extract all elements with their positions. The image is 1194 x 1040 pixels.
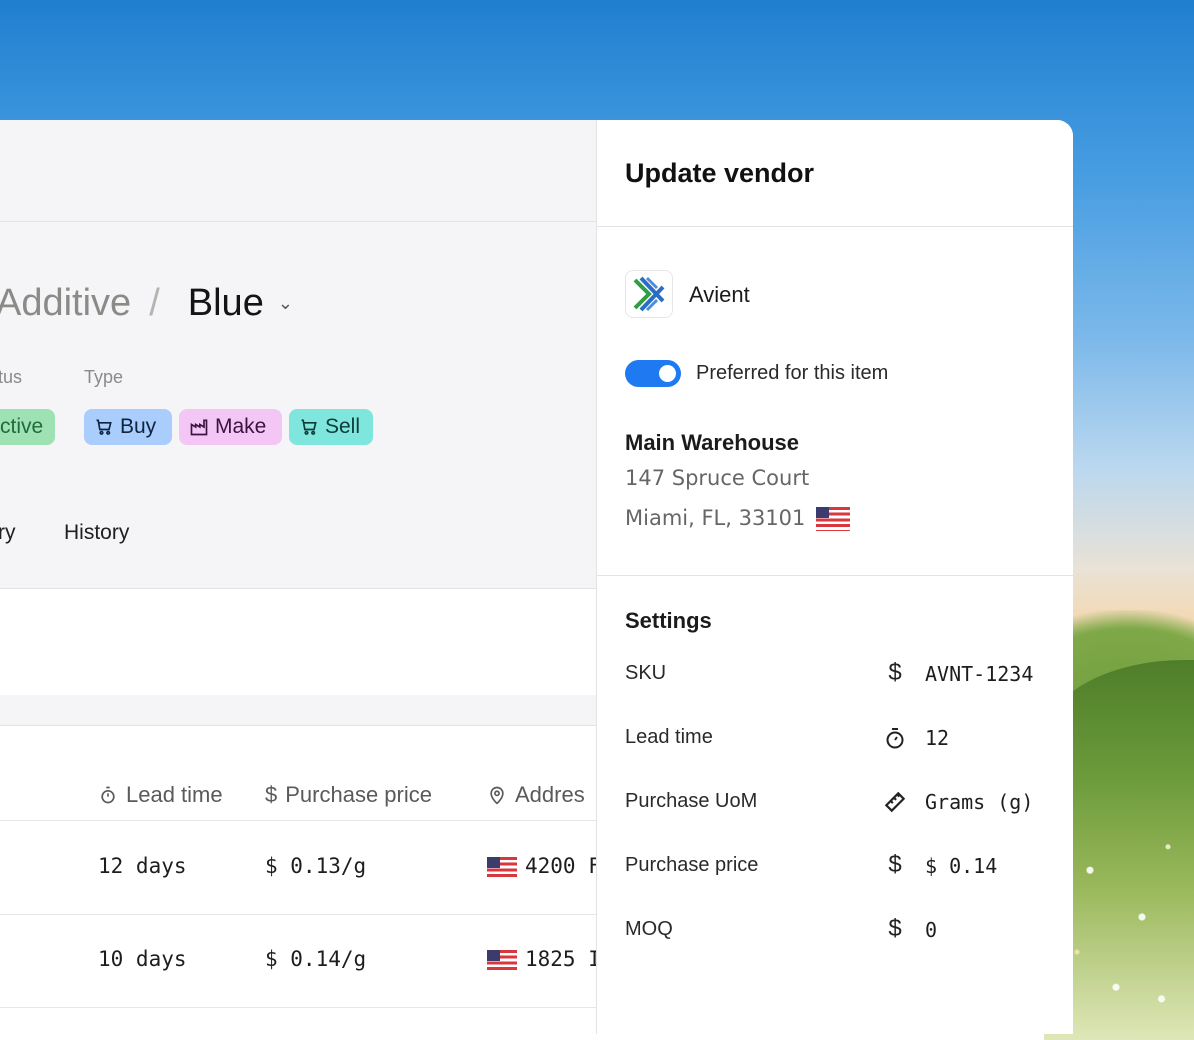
breadcrumb-separator: / — [149, 282, 160, 324]
item-detail-view: Additive / Blue ⌄ tus Type ctive Buy Mak… — [0, 120, 596, 1034]
panel-title: Update vendor — [625, 158, 815, 188]
setting-label-purchase-price: Purchase price — [625, 854, 759, 876]
us-flag-icon — [816, 507, 851, 531]
price-cell: $ 0.14/g — [265, 947, 367, 971]
breadcrumb-current[interactable]: Blue — [188, 282, 264, 325]
breadcrumb: Additive / Blue ⌄ — [0, 282, 293, 325]
table-row[interactable]: 10 days $ 0.14/g 1825 I — [0, 914, 596, 1008]
address-text: 4200 F — [525, 854, 596, 878]
cart-icon — [96, 419, 112, 435]
setting-label-sku: SKU — [625, 662, 667, 684]
type-badge-make[interactable]: Make — [179, 409, 282, 445]
purchase-uom-value[interactable]: Grams (g) — [925, 790, 1033, 814]
sku-value[interactable]: AVNT-1234 — [925, 662, 1033, 686]
lead-time-cell: 10 days — [98, 947, 187, 971]
factory-icon — [190, 419, 208, 436]
app-window: Additive / Blue ⌄ tus Type ctive Buy Mak… — [0, 120, 1073, 1034]
setting-label-moq: MOQ — [625, 918, 673, 940]
type-badge-buy[interactable]: Buy — [84, 409, 172, 445]
warehouse-address-line2: Miami, FL, 33101 — [625, 506, 858, 531]
warehouse-name: Main Warehouse — [625, 430, 799, 455]
settings-title: Settings — [625, 608, 712, 633]
preferred-label: Preferred for this item — [696, 362, 889, 384]
tab-inventory[interactable]: ry — [0, 521, 16, 545]
us-flag-icon — [487, 950, 517, 970]
us-flag-icon — [487, 857, 517, 877]
status-label: tus — [0, 367, 23, 387]
lead-time-value[interactable]: 12 — [925, 726, 949, 750]
table-header-row — [0, 726, 596, 821]
setting-label-lead-time: Lead time — [625, 726, 713, 748]
setting-label-purchase-uom: Purchase UoM — [625, 790, 758, 812]
section-divider — [0, 695, 596, 726]
type-label: Type — [84, 367, 124, 387]
vendor-name: Avient — [689, 282, 750, 307]
dollar-icon: $ — [888, 915, 902, 942]
address-cell: 4200 F — [487, 854, 596, 878]
vendors-table: Lead time $ Purchase price Addres 12 day… — [0, 726, 596, 1034]
background-flowers — [1064, 800, 1194, 1034]
type-badge-sell[interactable]: Sell — [289, 409, 373, 445]
breadcrumb-parent[interactable]: Additive — [0, 282, 131, 325]
divider — [597, 575, 1073, 576]
content-section — [0, 588, 596, 696]
address-text: 1825 I — [525, 947, 596, 971]
status-badge: ctive — [0, 409, 55, 445]
price-cell: $ 0.13/g — [265, 854, 367, 878]
lead-time-cell: 12 days — [98, 854, 187, 878]
top-bar — [0, 120, 596, 222]
ruler-icon — [882, 789, 908, 815]
cart-icon — [301, 419, 317, 435]
warehouse-address-line1: 147 Spruce Court — [625, 466, 810, 490]
address-cell: 1825 I — [487, 947, 596, 971]
purchase-price-value[interactable]: $ 0.14 — [925, 854, 997, 878]
tab-history[interactable]: History — [64, 521, 129, 545]
chevron-down-icon[interactable]: ⌄ — [278, 293, 293, 314]
stopwatch-icon — [882, 725, 908, 751]
moq-value[interactable]: 0 — [925, 918, 937, 942]
preferred-toggle[interactable] — [625, 360, 681, 387]
dollar-icon: $ — [888, 659, 902, 686]
table-row[interactable]: 12 days $ 0.13/g 4200 F — [0, 821, 596, 915]
warehouse-city: Miami, FL, 33101 — [625, 506, 806, 530]
status-badge-text: ctive — [0, 415, 44, 438]
dollar-icon: $ — [888, 851, 902, 878]
divider — [597, 226, 1073, 227]
type-badge-label: Buy — [120, 415, 157, 438]
type-badge-label: Make — [215, 415, 267, 438]
update-vendor-panel: Update vendor Avient Preferred for this … — [596, 120, 1073, 1034]
type-badge-label: Sell — [325, 415, 361, 438]
vendor-logo — [625, 270, 673, 318]
